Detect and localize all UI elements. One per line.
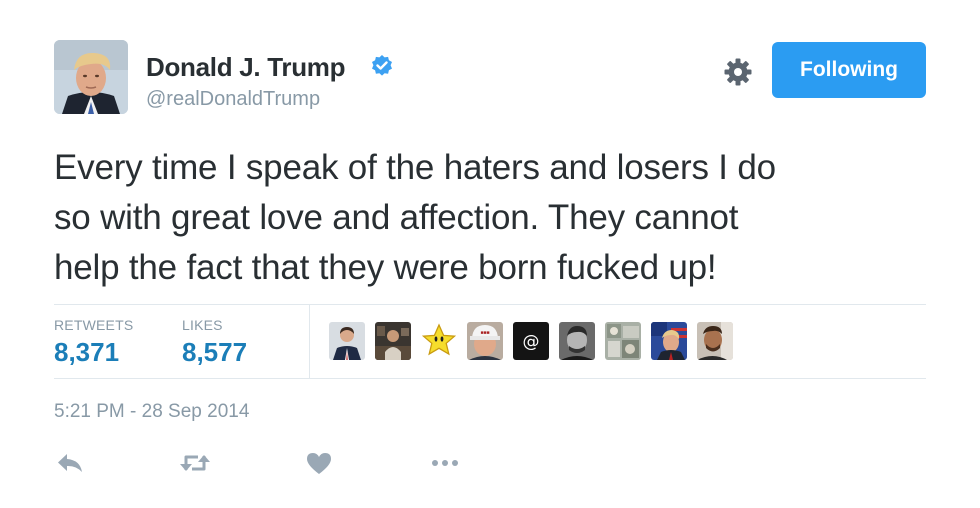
divider bbox=[54, 378, 926, 379]
at-sign-avatar[interactable]: @ bbox=[513, 322, 549, 360]
reply-button[interactable] bbox=[54, 450, 88, 476]
tweet-timestamp[interactable]: 5:21 PM - 28 Sep 2014 bbox=[54, 401, 249, 423]
svg-text:■■■: ■■■ bbox=[480, 330, 489, 336]
divider bbox=[54, 304, 926, 305]
likes-label[interactable]: LIKES bbox=[182, 317, 223, 333]
like-heart-icon bbox=[307, 453, 331, 474]
gear-icon[interactable] bbox=[722, 56, 754, 88]
more-button[interactable] bbox=[428, 450, 462, 476]
tweet-line: Every time I speak of the haters and los… bbox=[54, 148, 776, 187]
star-avatar[interactable] bbox=[421, 322, 457, 360]
user-display-name[interactable]: Donald J. Trump bbox=[146, 52, 345, 83]
retweets-count[interactable]: 8,371 bbox=[54, 337, 119, 368]
tweet-line: so with great love and affection. They c… bbox=[54, 198, 739, 237]
stats-divider bbox=[309, 304, 310, 378]
dark-photo-avatar[interactable] bbox=[375, 322, 411, 360]
likes-count[interactable]: 8,577 bbox=[182, 337, 247, 368]
cap-man-avatar[interactable]: ■■■ bbox=[467, 322, 503, 360]
collage-avatar[interactable] bbox=[605, 322, 641, 360]
bw-portrait-avatar[interactable] bbox=[559, 322, 595, 360]
following-button[interactable]: Following bbox=[772, 42, 926, 98]
more-dots-icon bbox=[432, 460, 458, 466]
like-button[interactable] bbox=[302, 450, 336, 476]
portrait-avatar[interactable] bbox=[697, 322, 733, 360]
retweets-label[interactable]: RETWEETS bbox=[54, 317, 133, 333]
flag-man-avatar[interactable] bbox=[651, 322, 687, 360]
user-handle[interactable]: @realDonaldTrump bbox=[146, 88, 320, 111]
reply-icon bbox=[58, 454, 82, 472]
retweet-icon bbox=[180, 455, 210, 471]
svg-text:@: @ bbox=[523, 332, 540, 352]
tweet-text: Every time I speak of the haters and los… bbox=[54, 143, 934, 293]
verified-badge-icon bbox=[372, 55, 392, 76]
suited-man-avatar[interactable] bbox=[329, 322, 365, 360]
tweet-line: help the fact that they were born fucked… bbox=[54, 248, 717, 287]
retweet-button[interactable] bbox=[178, 450, 212, 476]
profile-avatar[interactable] bbox=[54, 40, 128, 114]
